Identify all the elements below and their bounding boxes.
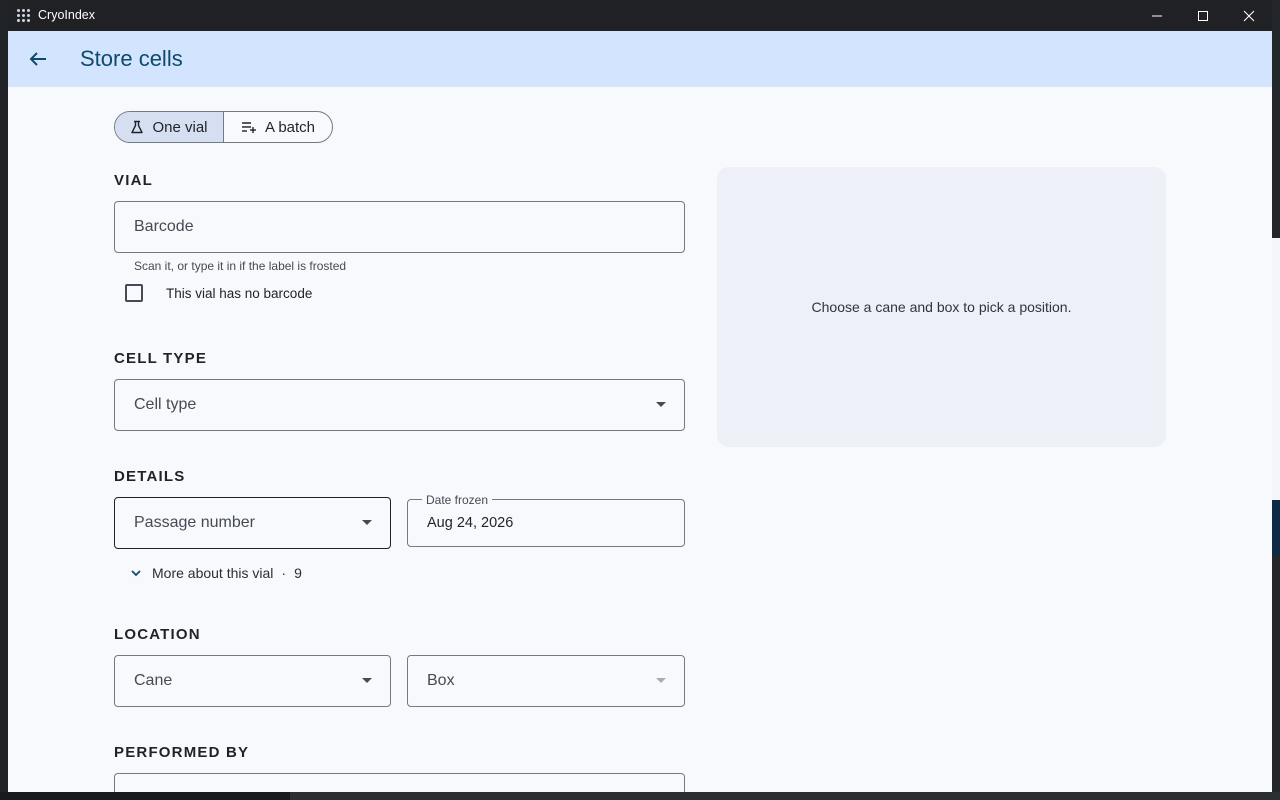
grid-dots-icon — [17, 9, 30, 22]
chevron-down-icon — [656, 402, 666, 407]
chevron-down-icon — [131, 570, 141, 577]
flask-icon — [131, 120, 144, 134]
no-barcode-checkbox[interactable] — [125, 284, 143, 302]
maximize-icon — [1198, 10, 1208, 21]
chevron-down-icon — [656, 678, 666, 683]
back-button[interactable] — [24, 45, 52, 73]
maximize-button[interactable] — [1180, 0, 1226, 31]
playlist-add-icon — [241, 122, 256, 133]
no-barcode-label[interactable]: This vial has no barcode — [166, 286, 312, 301]
desktop-background-left — [0, 0, 8, 800]
title-bar[interactable]: CryoIndex — [8, 0, 1272, 31]
app-title: CryoIndex — [38, 8, 95, 22]
more-about-vial-toggle[interactable]: More about this vial · 9 — [130, 565, 302, 581]
more-about-vial-count: 9 — [294, 565, 302, 581]
passage-number-placeholder: Passage number — [134, 514, 255, 531]
vial-section-label: VIAL — [114, 172, 153, 189]
minimize-icon — [1152, 15, 1162, 16]
position-picker-message: Choose a cane and box to pick a position… — [811, 299, 1072, 315]
minimize-button[interactable] — [1134, 0, 1180, 31]
barcode-helper-text: Scan it, or type it in if the label is f… — [134, 259, 347, 273]
mode-toggle: One vial A batch — [114, 111, 333, 143]
performed-by-section-label: PERFORMED BY — [114, 744, 250, 761]
one-vial-label: One vial — [152, 118, 208, 136]
barcode-placeholder: Barcode — [134, 218, 194, 235]
details-section-label: DETAILS — [114, 468, 186, 485]
cell-type-select[interactable]: Cell type — [114, 379, 685, 431]
close-button[interactable] — [1226, 0, 1272, 31]
background-window-accent — [1272, 500, 1280, 556]
arrow-left-icon — [29, 52, 46, 66]
background-window-bottom — [290, 792, 1280, 800]
more-about-vial-label: More about this vial — [152, 565, 274, 581]
position-picker-panel: Choose a cane and box to pick a position… — [717, 167, 1166, 447]
a-batch-label: A batch — [264, 118, 316, 136]
date-frozen-value: Aug 24, 2026 — [427, 515, 514, 531]
app-bar: Store cells — [8, 31, 1272, 87]
cell-type-section-label: CELL TYPE — [114, 350, 208, 367]
a-batch-option[interactable]: A batch — [224, 112, 332, 142]
close-icon — [1243, 10, 1255, 21]
box-select[interactable]: Box — [407, 655, 685, 707]
background-window-edge — [1272, 238, 1280, 500]
chevron-down-icon — [362, 520, 372, 525]
date-frozen-label: Date frozen — [422, 493, 493, 507]
box-placeholder: Box — [427, 672, 455, 689]
cane-placeholder: Cane — [134, 672, 173, 689]
separator-dot: · — [281, 565, 287, 581]
barcode-input[interactable]: Barcode — [114, 201, 685, 253]
location-section-label: LOCATION — [114, 626, 201, 643]
app-window: CryoIndex Store cells One vial A batch V… — [8, 0, 1272, 792]
page-title: Store cells — [80, 46, 183, 71]
performed-by-select[interactable] — [114, 773, 685, 792]
passage-number-select[interactable]: Passage number — [114, 497, 391, 549]
one-vial-option[interactable]: One vial — [115, 112, 224, 142]
cell-type-placeholder: Cell type — [134, 396, 197, 413]
chevron-down-icon — [362, 678, 372, 683]
cane-select[interactable]: Cane — [114, 655, 391, 707]
